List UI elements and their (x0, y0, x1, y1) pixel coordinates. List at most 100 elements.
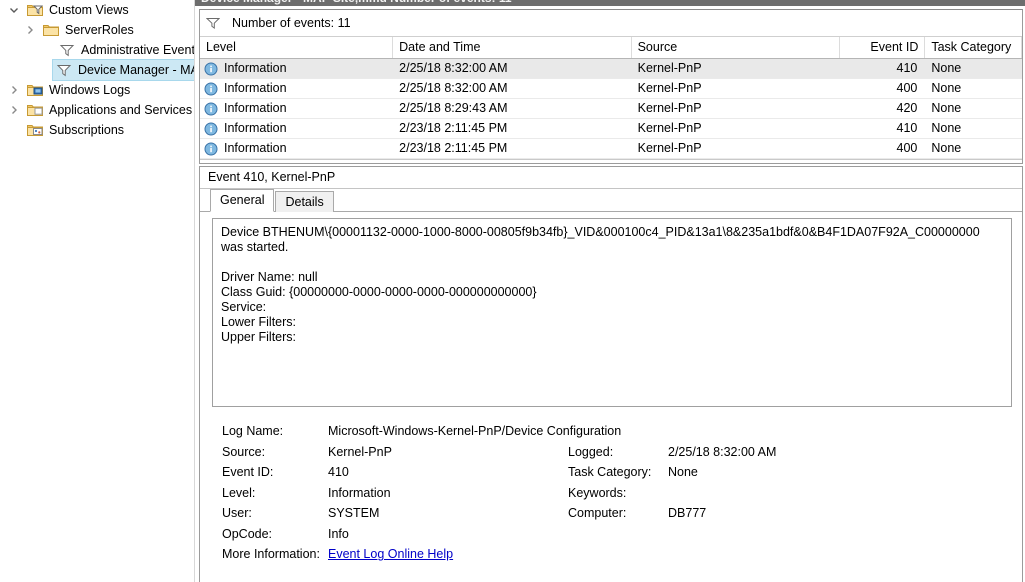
general-tab-body: Device BTHENUM\{00001132-0000-1000-8000-… (200, 212, 1022, 582)
tree-item-content[interactable]: Subscriptions (22, 120, 124, 140)
log-name-value: Microsoft-Windows-Kernel-PnP/Device Conf… (328, 424, 622, 439)
event-cell-level: Information (200, 139, 393, 158)
chevron-right-icon[interactable] (22, 25, 38, 35)
chevron-right-icon[interactable] (6, 105, 22, 115)
tree-item-content[interactable]: Device Manager - MAP S (52, 59, 194, 81)
event-cell-event-id: 400 (896, 81, 918, 95)
main-pane: Device Manager - MAP Site,mmu Number of … (195, 0, 1025, 582)
event-list-panel: Number of events: 11 Level Date and Time… (199, 9, 1023, 164)
event-cell-event-id: 400 (896, 141, 918, 155)
tree-item-content[interactable]: Windows Logs (22, 80, 130, 100)
event-cell-date-time: 2/25/18 8:32:00 AM (399, 61, 508, 75)
event-list-row[interactable]: Information 2/23/18 2:11:45 PM Kernel-PnP 4… (200, 139, 1022, 159)
console-tree-pane: Custom Views ServerRoles Administrative Ev… (0, 0, 195, 582)
tree-item-content[interactable]: Custom Views (22, 0, 129, 20)
tree-item-applications-and-services-lo[interactable]: Applications and Services Lo (0, 100, 194, 120)
user-value: SYSTEM (328, 506, 380, 521)
event-level-label: Information (224, 141, 287, 155)
event-level-label: Information (224, 61, 287, 75)
information-icon (204, 102, 220, 116)
event-list-row[interactable]: Information 2/25/18 8:32:00 AM Kernel-PnP 4… (200, 59, 1022, 79)
tree-item-custom-views[interactable]: Custom Views (0, 0, 194, 20)
level-label: Level: (222, 485, 256, 500)
logged-label: Logged: (568, 444, 614, 459)
tab-general[interactable]: General (210, 189, 275, 212)
metadata-row-user: User: SYSTEM Computer: DB777 (222, 503, 1012, 524)
event-cell-event-id: 410 (896, 121, 918, 135)
event-cell-date-time: 2/23/18 2:11:45 PM (399, 141, 508, 155)
computer-label: Computer: (568, 506, 627, 521)
metadata-row-log-name: Log Name: Microsoft-Windows-Kernel-PnP/D… (222, 421, 1012, 442)
opcode-value: Info (328, 526, 349, 541)
tree-item-content[interactable]: Administrative Events (54, 40, 195, 60)
event-list-row[interactable]: Information 2/25/18 8:29:43 AM Kernel-PnP 4… (200, 99, 1022, 119)
column-header-level[interactable]: Level (200, 37, 394, 58)
chevron-down-icon[interactable] (6, 5, 22, 15)
information-icon (204, 122, 220, 136)
folder-filter-icon (26, 3, 44, 17)
tree-item-windows-logs[interactable]: Windows Logs (0, 80, 194, 100)
event-viewer-window: Custom Views ServerRoles Administrative Ev… (0, 0, 1025, 582)
event-cell-level: Information (200, 59, 393, 78)
event-cell-date-time: 2/23/18 2:11:45 PM (399, 121, 508, 135)
more-information-link-text[interactable]: Event Log Online Help (328, 547, 453, 561)
funnel-icon (55, 63, 73, 77)
opcode-label: OpCode: (222, 526, 273, 541)
tree-item-label: Applications and Services Lo (49, 103, 195, 117)
event-cell-source: Kernel-PnP (637, 101, 702, 115)
event-list-body: Information 2/25/18 8:32:00 AM Kernel-PnP 4… (200, 59, 1022, 159)
event-cell-task-category: None (931, 101, 962, 115)
event-level-label: Information (224, 101, 287, 115)
tree-item-subscriptions[interactable]: Subscriptions (0, 120, 194, 140)
user-label: User: (222, 506, 252, 521)
folder-icon (42, 23, 60, 37)
event-cell-task-category: None (931, 81, 962, 95)
funnel-icon (58, 43, 76, 57)
metadata-row-level: Level: Information Keywords: (222, 483, 1012, 504)
filter-bar[interactable]: Number of events: 11 (200, 10, 1022, 37)
tree-item-content[interactable]: ServerRoles (38, 20, 134, 40)
column-header-event-id[interactable]: Event ID (840, 37, 926, 58)
column-header-task-category[interactable]: Task Category (925, 37, 1022, 58)
column-header-source[interactable]: Source (632, 37, 841, 58)
event-cell-date-time: 2/25/18 8:29:43 AM (399, 101, 508, 115)
event-cell-task-category: None (931, 61, 962, 75)
cut-off-window-header: Device Manager - MAP Site,mmu Number of … (195, 0, 1025, 6)
information-icon (204, 82, 220, 96)
folder-apps-icon (26, 103, 44, 117)
event-cell-date-time: 2/25/18 8:32:00 AM (399, 81, 508, 95)
event-cell-source: Kernel-PnP (637, 81, 702, 95)
chevron-right-icon[interactable] (6, 85, 22, 95)
detail-tab-strip: General Details (200, 189, 1022, 212)
event-level-label: Information (224, 81, 287, 95)
tree-item-label: ServerRoles (65, 23, 134, 37)
tab-details[interactable]: Details (275, 191, 334, 212)
event-count-label: Number of events: 11 (232, 16, 351, 30)
tree-item-label: Administrative Events (81, 43, 195, 57)
tree-item-administrative-events[interactable]: Administrative Events (0, 40, 194, 60)
event-log-online-help-link[interactable]: Event Log Online Help (328, 547, 1012, 561)
event-cell-task-category: None (931, 141, 962, 155)
event-metadata-grid: Log Name: Microsoft-Windows-Kernel-PnP/D… (212, 407, 1012, 582)
tree-item-serverroles[interactable]: ServerRoles (0, 20, 194, 40)
source-label: Source: (222, 444, 266, 459)
more-information-label: More Information: (222, 547, 320, 562)
tree-item-content[interactable]: Applications and Services Lo (22, 100, 195, 120)
event-cell-source: Kernel-PnP (637, 61, 702, 75)
event-list-bottom-edge (200, 159, 1022, 163)
funnel-icon (206, 17, 220, 29)
metadata-row-opcode: OpCode: Info (222, 524, 1012, 545)
event-list-row[interactable]: Information 2/23/18 2:11:45 PM Kernel-PnP 4… (200, 119, 1022, 139)
event-detail-panel: Event 410, Kernel-PnP General Details De… (199, 166, 1023, 582)
event-list-row[interactable]: Information 2/25/18 8:32:00 AM Kernel-PnP 4… (200, 79, 1022, 99)
console-tree: Custom Views ServerRoles Administrative Ev… (0, 0, 194, 140)
column-header-date-and-time[interactable]: Date and Time (393, 37, 632, 58)
task-category-value: None (668, 465, 698, 480)
event-detail-title: Event 410, Kernel-PnP (200, 167, 1022, 189)
event-description-box[interactable]: Device BTHENUM\{00001132-0000-1000-8000-… (212, 218, 1012, 407)
tree-item-device-manager-map-s[interactable]: Device Manager - MAP S (0, 59, 194, 81)
event-cell-level: Information (200, 119, 393, 138)
event-list-header: Level Date and Time Source Event ID Task… (200, 37, 1022, 59)
folder-monitor-icon (26, 83, 44, 97)
cut-off-header-text: Device Manager - MAP Site,mmu Number of … (201, 0, 512, 5)
